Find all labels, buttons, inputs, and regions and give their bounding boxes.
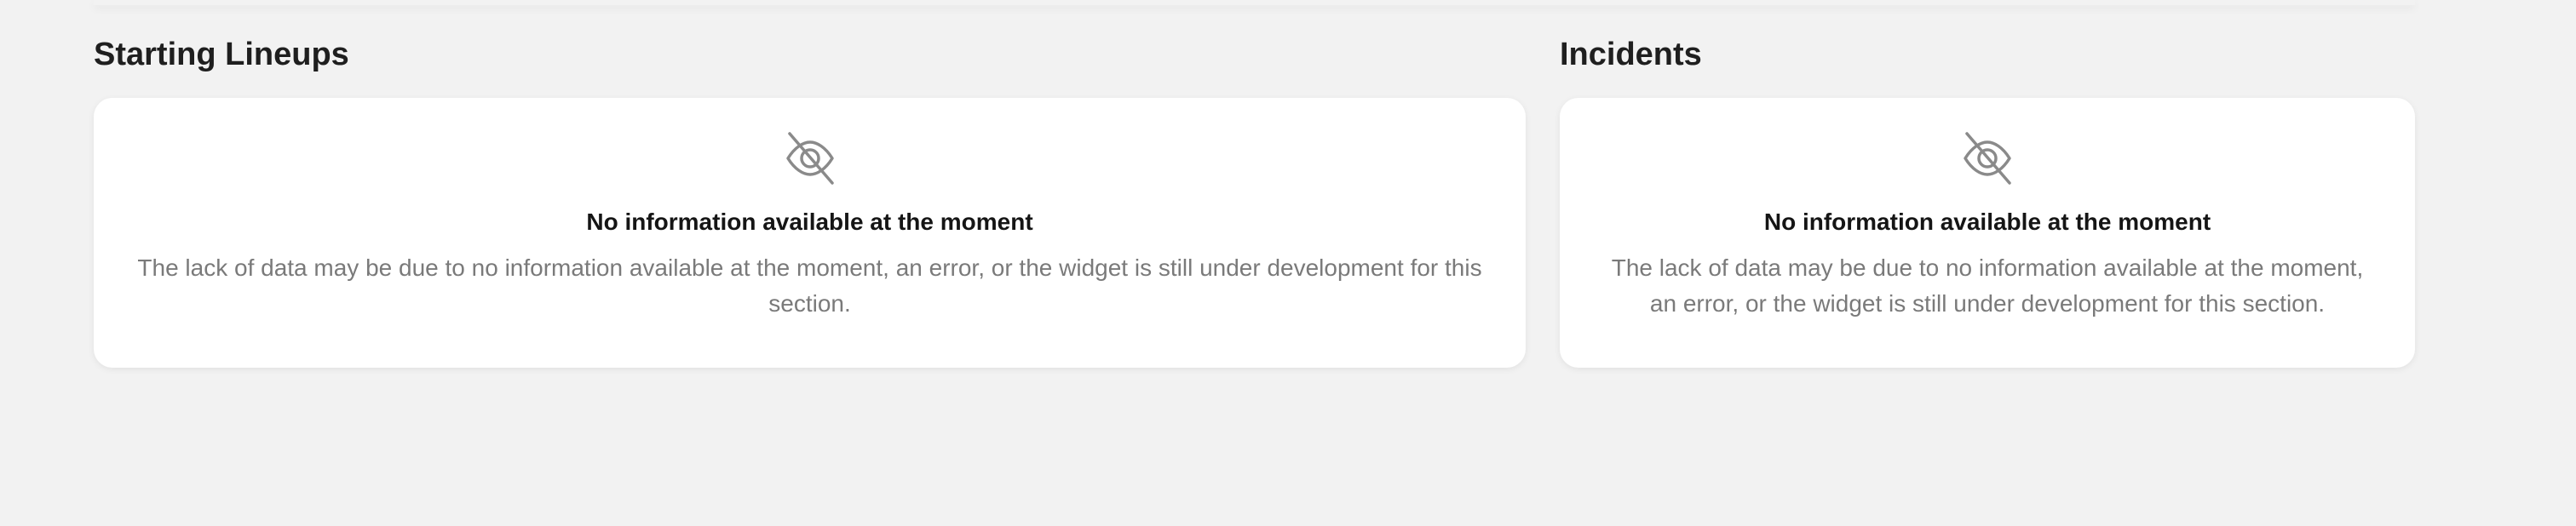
eye-off-icon [785,132,834,185]
starting-lineups-section: Starting Lineups No information availabl… [94,32,1526,368]
empty-state-title: No information available at the moment [586,209,1033,235]
empty-state-title: No information available at the moment [1763,209,2211,235]
top-panel-edge [94,0,2415,5]
section-title: Incidents [1560,37,1702,72]
empty-state-card: No information available at the moment T… [94,98,1526,368]
empty-state-description: The lack of data may be due to no inform… [1611,254,2364,317]
section-title: Starting Lineups [94,37,349,72]
eye-off-icon [1964,132,2011,185]
empty-state-card: No information available at the moment T… [1560,98,2415,368]
empty-state-description: The lack of data may be due to no inform… [137,254,1482,317]
incidents-section: Incidents No information available at th… [1560,32,2415,368]
